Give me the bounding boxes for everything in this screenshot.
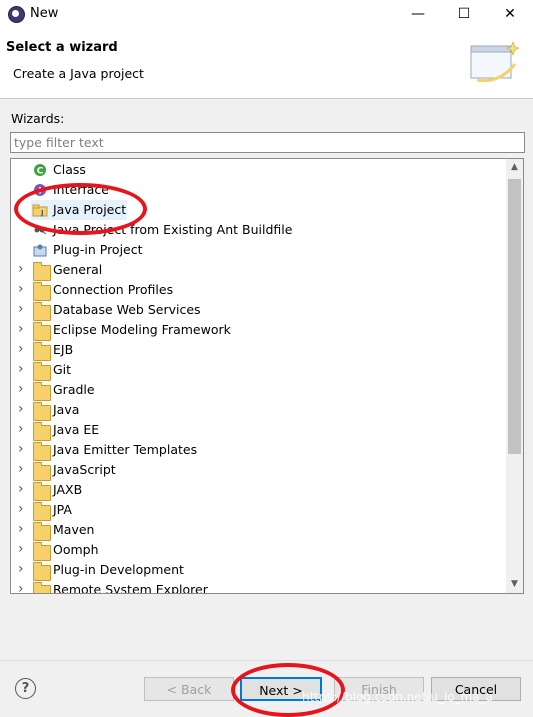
tree-item-jpa[interactable]: › JPA	[11, 499, 505, 521]
tree-item-database-web-services[interactable]: › Database Web Services	[11, 299, 505, 321]
tree-item-label: Java Emitter Templates	[53, 442, 198, 457]
tree-item-label: Java	[53, 402, 80, 417]
wizards-label: Wizards:	[11, 111, 65, 126]
expand-arrow-icon[interactable]: ›	[18, 439, 24, 459]
tree-item-java-ee[interactable]: › Java EE	[11, 419, 505, 441]
folder-icon	[33, 262, 51, 281]
expand-arrow-icon[interactable]: ›	[18, 279, 24, 299]
help-icon[interactable]: ?	[15, 678, 36, 699]
tree-item-label: Git	[53, 362, 72, 377]
expand-arrow-icon[interactable]: ›	[18, 519, 24, 539]
folder-icon	[33, 482, 51, 501]
tree-item-plug-in-development[interactable]: › Plug-in Development	[11, 559, 505, 581]
folder-icon	[33, 582, 51, 593]
maximize-button[interactable]: ☐	[441, 0, 487, 28]
expand-arrow-icon[interactable]: ›	[18, 299, 24, 319]
tree-item-label: JPA	[53, 502, 72, 517]
scroll-down-icon[interactable]: ▼	[506, 576, 523, 593]
expand-arrow-icon[interactable]: ›	[18, 559, 24, 579]
expand-arrow-icon[interactable]: ›	[18, 479, 24, 499]
folder-icon	[33, 382, 51, 401]
tree-item-java-emitter-templates[interactable]: › Java Emitter Templates	[11, 439, 505, 461]
tree-item-label: EJB	[53, 342, 74, 357]
svg-text:C: C	[37, 167, 44, 177]
expand-arrow-icon[interactable]: ›	[18, 419, 24, 439]
footer-divider	[0, 660, 533, 661]
tree-item-plug-in-project[interactable]: Plug-in Project	[11, 240, 505, 260]
red-annotation-circle	[14, 183, 147, 235]
folder-icon	[33, 402, 51, 421]
tree-item-label: Plug-in Project	[53, 242, 143, 257]
expand-arrow-icon[interactable]: ›	[18, 539, 24, 559]
close-button[interactable]: ✕	[487, 0, 533, 28]
header-title: Select a wizard	[6, 40, 118, 55]
class-icon: C	[32, 163, 48, 177]
scrollbar-thumb[interactable]	[508, 179, 521, 454]
window-title: New	[30, 6, 59, 21]
tree-item-jaxb[interactable]: › JAXB	[11, 479, 505, 501]
tree-item-remote-system-explorer[interactable]: › Remote System Explorer	[11, 579, 505, 594]
scroll-up-icon[interactable]: ▲	[506, 159, 523, 176]
folder-icon	[33, 462, 51, 481]
plugin-project-icon	[32, 243, 48, 257]
folder-icon	[33, 502, 51, 521]
tree-item-label: Plug-in Development	[53, 562, 184, 577]
expand-arrow-icon[interactable]: ›	[18, 399, 24, 419]
header-description: Create a Java project	[13, 66, 144, 81]
tree-item-label: Connection Profiles	[53, 282, 174, 297]
folder-icon	[33, 562, 51, 581]
tree-item-javascript[interactable]: › JavaScript	[11, 459, 505, 481]
tree-item-label: Eclipse Modeling Framework	[53, 322, 231, 337]
tree-item-label: General	[53, 262, 103, 277]
tree-item-connection-profiles[interactable]: › Connection Profiles	[11, 279, 505, 301]
expand-arrow-icon[interactable]: ›	[18, 499, 24, 519]
tree-item-label: JAXB	[53, 482, 83, 497]
tree-item-label: Oomph	[53, 542, 99, 557]
wizard-banner-icon	[470, 41, 519, 83]
tree-item-general[interactable]: › General	[11, 259, 505, 281]
tree-item-label: Gradle	[53, 382, 95, 397]
folder-icon	[33, 322, 51, 341]
tree-item-label: Database Web Services	[53, 302, 201, 317]
expand-arrow-icon[interactable]: ›	[18, 259, 24, 279]
watermark: https://blog.csdn.net/u_lo_ma_a	[302, 690, 494, 704]
tree-item-oomph[interactable]: › Oomph	[11, 539, 505, 561]
tree-item-label: Maven	[53, 522, 95, 537]
tree-item-gradle[interactable]: › Gradle	[11, 379, 505, 401]
tree-item-eclipse-modeling-framework[interactable]: › Eclipse Modeling Framework	[11, 319, 505, 341]
folder-icon	[33, 342, 51, 361]
folder-icon	[33, 422, 51, 441]
tree-item-label: Java EE	[53, 422, 100, 437]
tree-item-maven[interactable]: › Maven	[11, 519, 505, 541]
expand-arrow-icon[interactable]: ›	[18, 459, 24, 479]
expand-arrow-icon[interactable]: ›	[18, 339, 24, 359]
tree-item-label: JavaScript	[53, 462, 116, 477]
title-bar: New — ☐ ✕	[0, 0, 533, 28]
expand-arrow-icon[interactable]: ›	[18, 379, 24, 399]
vertical-scrollbar[interactable]: ▲ ▼	[506, 159, 523, 593]
folder-icon	[33, 362, 51, 381]
tree-item-label: Remote System Explorer	[53, 582, 208, 594]
expand-arrow-icon[interactable]: ›	[18, 319, 24, 339]
expand-arrow-icon[interactable]: ›	[18, 579, 24, 593]
wizard-header: Select a wizard Create a Java project	[0, 28, 533, 99]
back-button[interactable]: < Back	[144, 677, 234, 701]
folder-icon	[33, 302, 51, 321]
tree-item-class[interactable]: C Class	[11, 160, 505, 180]
tree-item-git[interactable]: › Git	[11, 359, 505, 381]
eclipse-icon	[8, 6, 25, 23]
expand-arrow-icon[interactable]: ›	[18, 359, 24, 379]
filter-input[interactable]: type filter text	[10, 132, 525, 153]
folder-icon	[33, 522, 51, 541]
tree-item-ejb[interactable]: › EJB	[11, 339, 505, 361]
tree-item-label: Class	[53, 162, 86, 177]
tree-item-java[interactable]: › Java	[11, 399, 505, 421]
folder-icon	[33, 542, 51, 561]
folder-icon	[33, 442, 51, 461]
minimize-button[interactable]: —	[395, 0, 441, 28]
folder-icon	[33, 282, 51, 301]
